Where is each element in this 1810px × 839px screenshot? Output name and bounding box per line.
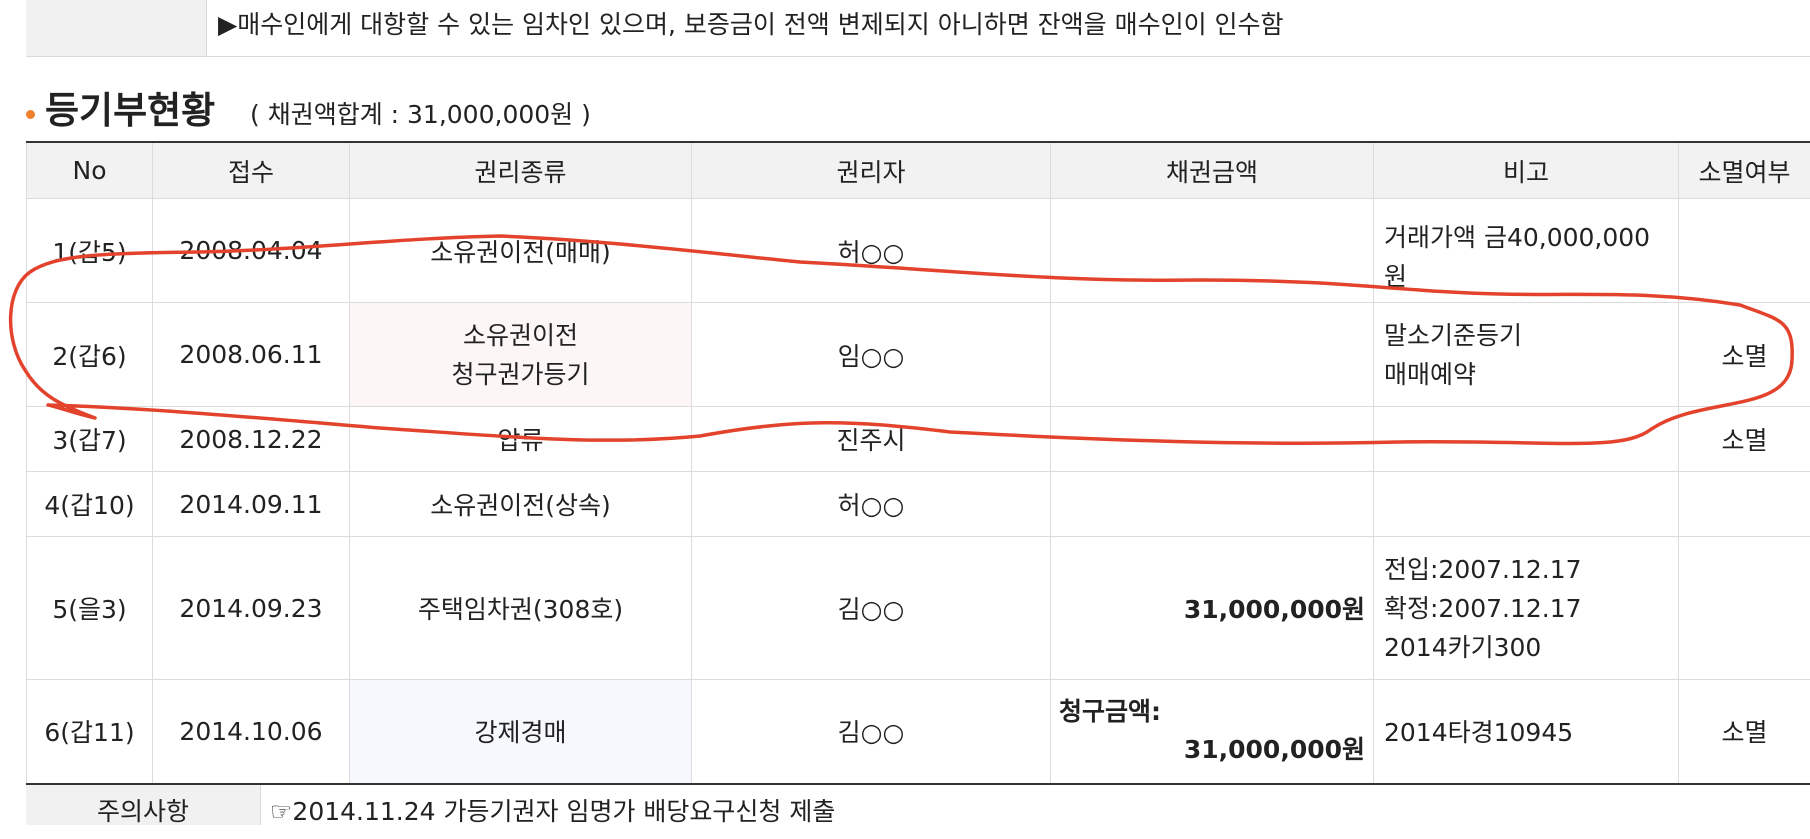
cell-no: 5(을3) (27, 537, 153, 680)
note-line: 확정:2007.12.17 (1384, 589, 1678, 628)
cell-date: 2014.09.23 (153, 537, 350, 680)
header-date: 접수 (153, 142, 350, 199)
header-note: 비고 (1374, 142, 1679, 199)
table-row: 4(갑10) 2014.09.11 소유권이전(상속) 허○○ (27, 472, 1810, 537)
cell-date: 2008.04.04 (153, 199, 350, 303)
table-row: 2(갑6) 2008.06.11 소유권이전 청구권가등기 임○○ 말소기준등기… (27, 303, 1810, 407)
cell-holder: 진주시 (692, 407, 1051, 472)
notice-text: ▶매수인에게 대항할 수 있는 임차인 있으며, 보증금이 전액 변제되지 아니… (218, 0, 1284, 50)
cell-amount (1051, 303, 1374, 407)
cell-amount (1051, 199, 1374, 303)
cell-status (1679, 537, 1810, 680)
cell-note: 전입:2007.12.17 확정:2007.12.17 2014카기300 (1374, 537, 1679, 680)
kind-line: 청구권가등기 (350, 355, 691, 394)
header-extinction: 소멸여부 (1679, 142, 1810, 199)
cell-no: 4(갑10) (27, 472, 153, 537)
cell-holder: 김○○ (692, 537, 1051, 680)
registry-table: No 접수 권리종류 권리자 채권금액 비고 소멸여부 1(갑5) 2008.0… (26, 141, 1810, 785)
header-no: No (27, 142, 153, 199)
table-row: 3(갑7) 2008.12.22 압류 진주시 소멸 (27, 407, 1810, 472)
section-title: 등기부현황 (45, 86, 215, 136)
cell-kind: 압류 (350, 407, 692, 472)
table-row: 5(을3) 2014.09.23 주택임차권(308호) 김○○ 31,000,… (27, 537, 1810, 680)
claim-amount-value: 31,000,000원 (1051, 731, 1365, 769)
cell-no: 3(갑7) (27, 407, 153, 472)
note-line: 원 (1384, 257, 1678, 283)
cell-date: 2008.12.22 (153, 407, 350, 472)
cell-amount: 청구금액: 31,000,000원 (1051, 680, 1374, 784)
notice-row: ▶매수인에게 대항할 수 있는 임차인 있으며, 보증금이 전액 변제되지 아니… (26, 0, 1810, 57)
caution-label: 주의사항 (26, 785, 261, 825)
cell-date: 2014.09.11 (153, 472, 350, 537)
cell-note (1374, 472, 1679, 537)
claim-amount-label: 청구금액: (1051, 693, 1365, 731)
cell-kind: 주택임차권(308호) (350, 537, 692, 680)
cell-holder: 허○○ (692, 472, 1051, 537)
cell-note (1374, 407, 1679, 472)
note-line: 말소기준등기 (1384, 316, 1678, 355)
header-right-holder: 권리자 (692, 142, 1051, 199)
cell-status (1679, 472, 1810, 537)
cell-holder: 허○○ (692, 199, 1051, 303)
cell-no: 1(갑5) (27, 199, 153, 303)
section-heading: 등기부현황 ( 채권액합계 : 31,000,000원 ) (26, 86, 1726, 136)
note-line: 매매예약 (1384, 355, 1678, 394)
header-right-type: 권리종류 (350, 142, 692, 199)
cell-no: 2(갑6) (27, 303, 153, 407)
cell-date: 2014.10.06 (153, 680, 350, 784)
cell-note: 거래가액 금40,000,000 원 (1374, 199, 1679, 303)
table-header-row: No 접수 권리종류 권리자 채권금액 비고 소멸여부 (27, 142, 1810, 199)
cell-date: 2008.06.11 (153, 303, 350, 407)
cell-kind: 소유권이전 청구권가등기 (350, 303, 692, 407)
cell-amount (1051, 472, 1374, 537)
table-row: 1(갑5) 2008.04.04 소유권이전(매매) 허○○ 거래가액 금40,… (27, 199, 1810, 303)
kind-line: 소유권이전 (350, 316, 691, 355)
header-claim-amount: 채권금액 (1051, 142, 1374, 199)
cell-no: 6(갑11) (27, 680, 153, 784)
cell-amount (1051, 407, 1374, 472)
cell-kind: 강제경매 (350, 680, 692, 784)
cell-note: 말소기준등기 매매예약 (1374, 303, 1679, 407)
cell-status: 소멸 (1679, 680, 1810, 784)
cell-kind: 소유권이전(매매) (350, 199, 692, 303)
cell-holder: 임○○ (692, 303, 1051, 407)
note-line: 전입:2007.12.17 (1384, 550, 1678, 589)
cell-status (1679, 199, 1810, 303)
cell-holder: 김○○ (692, 680, 1051, 784)
note-line: 2014카기300 (1384, 628, 1678, 667)
note-line: 거래가액 금40,000,000 (1384, 218, 1678, 257)
cell-note: 2014타경10945 (1374, 680, 1679, 784)
cell-kind: 소유권이전(상속) (350, 472, 692, 537)
table-row: 6(갑11) 2014.10.06 강제경매 김○○ 청구금액: 31,000,… (27, 680, 1810, 784)
caution-row: 주의사항 ☞2014.11.24 가등기권자 임명가 배당요구신청 제출 (26, 785, 1810, 825)
caution-text: ☞2014.11.24 가등기권자 임명가 배당요구신청 제출 (270, 785, 835, 839)
cell-status: 소멸 (1679, 407, 1810, 472)
bullet-icon (26, 110, 35, 119)
cell-amount: 31,000,000원 (1051, 537, 1374, 680)
section-subtitle: ( 채권액합계 : 31,000,000원 ) (250, 92, 591, 138)
notice-label-cell (26, 0, 207, 56)
cell-status: 소멸 (1679, 303, 1810, 407)
